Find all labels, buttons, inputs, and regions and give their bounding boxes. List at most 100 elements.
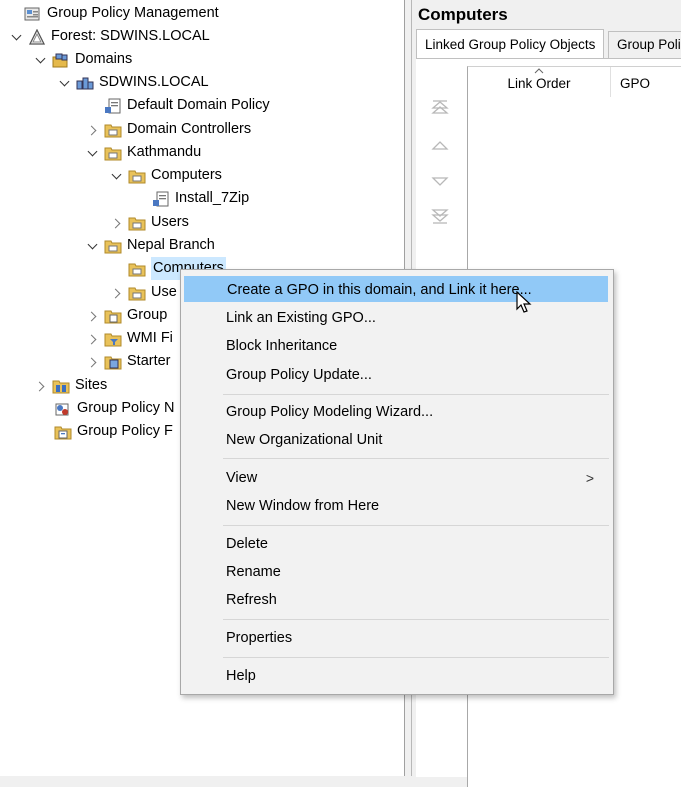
tree-item-group-policy-objects[interactable]: Group bbox=[86, 304, 167, 327]
move-to-top-icon[interactable] bbox=[430, 99, 450, 117]
tree-item-group-policy-modeling[interactable]: Group Policy N bbox=[36, 397, 175, 420]
gpo-link-icon bbox=[153, 191, 169, 206]
chevron-down-icon[interactable] bbox=[34, 53, 48, 67]
tree-item-forest[interactable]: Forest: SDWINS.LOCAL bbox=[10, 25, 210, 48]
chevron-right-icon[interactable] bbox=[34, 379, 48, 393]
ou-folder-icon bbox=[128, 170, 146, 183]
tree-item-label: Computers bbox=[151, 167, 222, 183]
column-header-gpo[interactable]: GPO bbox=[610, 67, 681, 97]
tree-item-label: Kathmandu bbox=[127, 144, 202, 160]
gpo-link-icon bbox=[105, 98, 121, 113]
menu-item-delete[interactable]: Delete bbox=[184, 531, 608, 557]
tree-item-label: Group bbox=[127, 307, 168, 323]
ou-folder-icon bbox=[128, 217, 146, 230]
chevron-down-icon[interactable] bbox=[58, 76, 72, 90]
chevron-right-icon[interactable] bbox=[86, 355, 100, 369]
move-up-icon[interactable] bbox=[430, 137, 450, 155]
modeling-icon bbox=[55, 403, 69, 415]
move-down-icon[interactable] bbox=[430, 173, 450, 191]
chevron-right-icon[interactable] bbox=[86, 309, 100, 323]
ou-folder-icon bbox=[104, 147, 122, 160]
details-title: Computers bbox=[418, 5, 508, 24]
chevron-down-icon[interactable] bbox=[86, 239, 100, 253]
results-icon bbox=[54, 426, 72, 439]
tree-item-install-7zip[interactable]: Install_7Zip bbox=[134, 187, 249, 210]
column-header-label: Link Order bbox=[507, 76, 571, 91]
tree-item-label: Group Policy N bbox=[77, 400, 175, 416]
move-to-bottom-icon[interactable] bbox=[430, 207, 450, 225]
menu-separator bbox=[223, 657, 609, 658]
menu-item-rename[interactable]: Rename bbox=[184, 559, 608, 585]
menu-item-group-policy-update[interactable]: Group Policy Update... bbox=[184, 362, 608, 388]
tree-item-wmi-filters[interactable]: WMI Fi bbox=[86, 327, 173, 350]
tree-item-sites[interactable]: Sites bbox=[34, 374, 107, 397]
tree-item-label: Starter bbox=[127, 353, 171, 369]
tree-item-default-domain-policy[interactable]: Default Domain Policy bbox=[86, 94, 270, 117]
wmi-filters-folder-icon bbox=[104, 333, 122, 346]
ou-folder-icon bbox=[128, 263, 146, 276]
chevron-right-icon[interactable] bbox=[110, 216, 124, 230]
tree-item-label: Domain Controllers bbox=[127, 121, 252, 137]
sites-icon bbox=[52, 380, 70, 393]
menu-item-properties[interactable]: Properties bbox=[184, 625, 608, 651]
chevron-right-icon[interactable] bbox=[110, 286, 124, 300]
menu-item-create-gpo-and-link[interactable]: Create a GPO in this domain, and Link it… bbox=[184, 276, 608, 302]
tree-item-kathmandu-users[interactable]: Users bbox=[110, 211, 189, 234]
tree-item-label: Use bbox=[151, 284, 177, 300]
menu-item-label: View bbox=[226, 470, 258, 486]
tree-item-label: SDWINS.LOCAL bbox=[99, 74, 209, 90]
tree-item-kathmandu[interactable]: Kathmandu bbox=[86, 141, 201, 164]
tree-item-nepal-branch[interactable]: Nepal Branch bbox=[86, 234, 215, 257]
tree-item-domain-controllers[interactable]: Domain Controllers bbox=[86, 118, 251, 141]
gpo-objects-folder-icon bbox=[104, 310, 122, 323]
chevron-down-icon[interactable] bbox=[110, 169, 124, 183]
menu-item-block-inheritance[interactable]: Block Inheritance bbox=[184, 333, 608, 359]
menu-item-help[interactable]: Help bbox=[184, 663, 608, 689]
tree-item-starter-gpos[interactable]: Starter bbox=[86, 350, 171, 373]
menu-separator bbox=[223, 458, 609, 459]
menu-separator bbox=[223, 619, 609, 620]
submenu-arrow-icon: > bbox=[585, 470, 594, 486]
context-menu: Create a GPO in this domain, and Link it… bbox=[180, 269, 614, 695]
domain-icon bbox=[76, 77, 94, 89]
menu-item-new-window-from-here[interactable]: New Window from Here bbox=[184, 493, 608, 519]
tree-item-label: Default Domain Policy bbox=[127, 97, 270, 113]
tree-item-label: Sites bbox=[75, 377, 108, 393]
tree-item-label: Install_7Zip bbox=[175, 190, 250, 206]
tree-item-label: Group Policy F bbox=[77, 423, 173, 439]
tree-item-label: Nepal Branch bbox=[127, 237, 215, 253]
tree-item-label: Group Policy Management bbox=[47, 5, 219, 21]
menu-separator bbox=[223, 525, 609, 526]
chevron-down-icon[interactable] bbox=[10, 30, 24, 44]
ou-folder-icon bbox=[104, 124, 122, 137]
gpm-console-icon bbox=[24, 7, 40, 20]
sort-ascending-icon bbox=[534, 68, 544, 74]
chevron-right-icon[interactable] bbox=[86, 332, 100, 346]
tree-item-domains[interactable]: Domains bbox=[34, 48, 132, 71]
menu-item-view[interactable]: View > bbox=[184, 465, 608, 491]
menu-separator bbox=[223, 394, 609, 395]
chevron-right-icon[interactable] bbox=[86, 123, 100, 137]
tree-item-sdwins-local[interactable]: SDWINS.LOCAL bbox=[58, 71, 209, 94]
menu-item-refresh[interactable]: Refresh bbox=[184, 587, 608, 613]
ou-folder-icon bbox=[104, 240, 122, 253]
tree-item-label: Forest: SDWINS.LOCAL bbox=[51, 28, 210, 44]
column-header-link-order[interactable]: Link Order bbox=[468, 67, 611, 97]
tab-linked-group-policy-objects[interactable]: Linked Group Policy Objects bbox=[416, 29, 605, 59]
tree-item-label: Domains bbox=[75, 51, 133, 67]
tree-item-kathmandu-computers[interactable]: Computers bbox=[110, 164, 222, 187]
mouse-pointer-icon bbox=[516, 291, 532, 313]
menu-item-modeling-wizard[interactable]: Group Policy Modeling Wizard... bbox=[184, 399, 608, 425]
tree-item-nepal-branch-users[interactable]: Use bbox=[110, 281, 177, 304]
forest-icon bbox=[28, 28, 46, 45]
menu-item-link-existing-gpo[interactable]: Link an Existing GPO... bbox=[184, 305, 608, 331]
chevron-down-icon[interactable] bbox=[86, 146, 100, 160]
tree-item-label: Users bbox=[151, 214, 189, 230]
ou-folder-icon bbox=[128, 287, 146, 300]
tree-item-group-policy-management[interactable]: Group Policy Management bbox=[6, 2, 219, 25]
menu-item-new-organizational-unit[interactable]: New Organizational Unit bbox=[184, 427, 608, 453]
column-header-label: GPO bbox=[620, 76, 651, 91]
starter-gpo-folder-icon bbox=[104, 356, 122, 369]
tree-item-group-policy-results[interactable]: Group Policy F bbox=[36, 420, 173, 443]
tab-group-policy-inheritance[interactable]: Group Polic bbox=[608, 31, 681, 58]
